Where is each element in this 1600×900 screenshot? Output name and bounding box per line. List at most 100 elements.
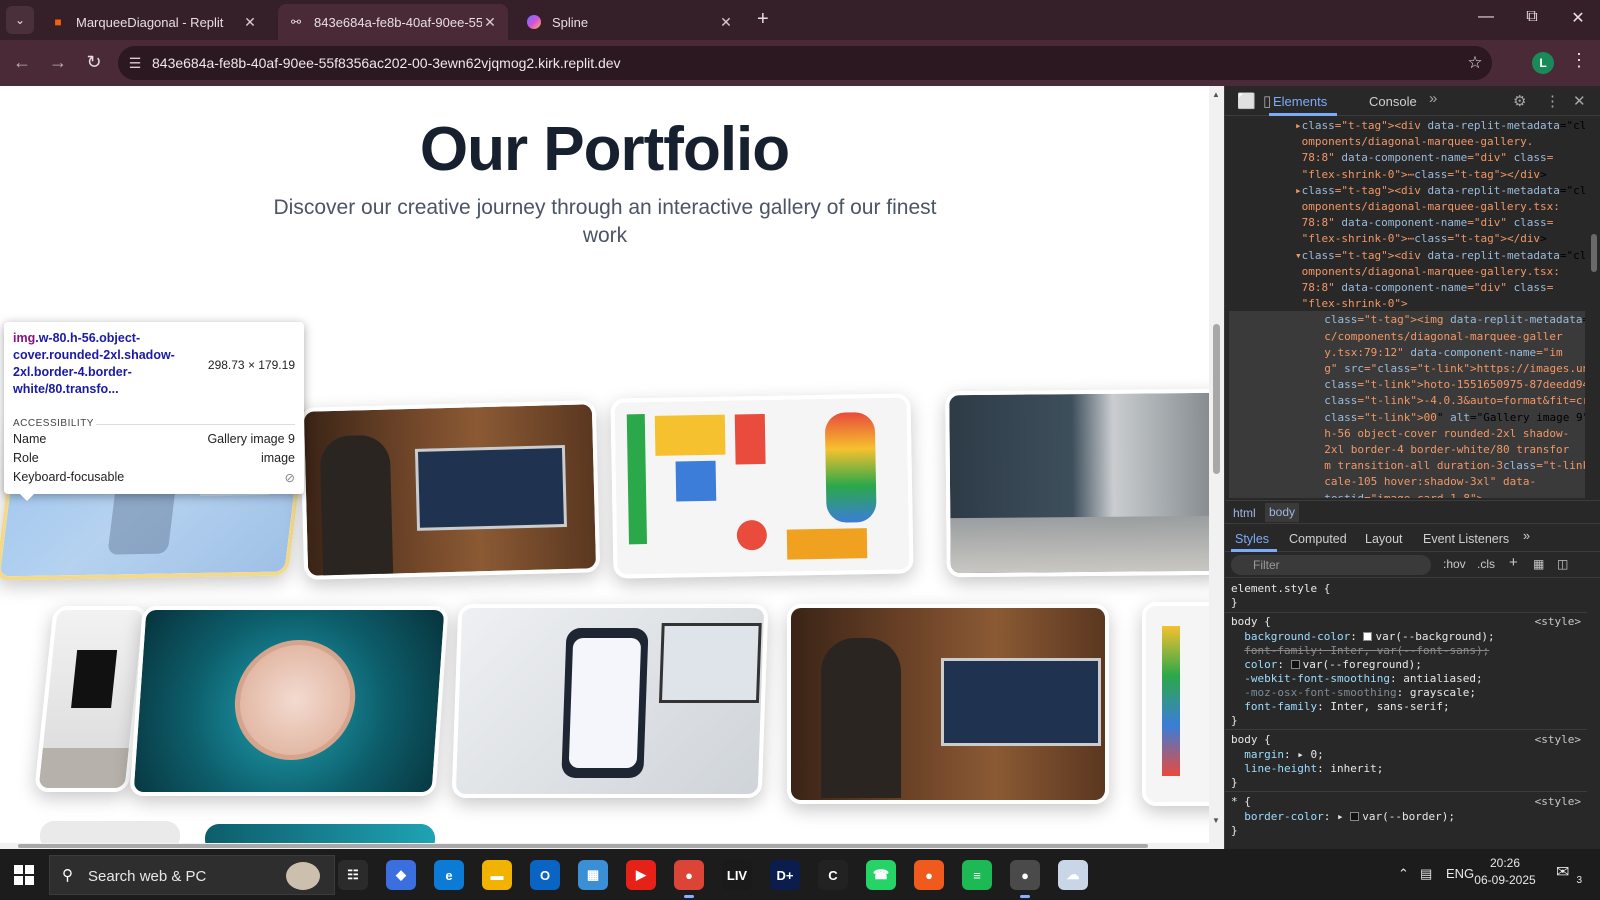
dom-tree-line[interactable]: "flex-shrink-0"> (1295, 296, 1408, 312)
restore-icon[interactable]: ⧉ (1512, 8, 1552, 26)
url-text[interactable]: 843e684a-fe8b-40af-90ee-55f8356ac202-00-… (152, 55, 1458, 71)
control-panel-icon[interactable]: ▦ (578, 860, 608, 890)
hover-state-toggle[interactable]: :hov (1443, 557, 1466, 571)
dom-tree-line[interactable]: 78:8" data-component-name="div" class= (1295, 150, 1554, 166)
dom-tree-line[interactable]: m transition-all duration-3class="t-link… (1311, 458, 1585, 474)
chrome-icon[interactable]: ● (1010, 860, 1040, 898)
outlook-icon[interactable]: O (530, 860, 560, 890)
scrollbar-thumb[interactable] (1591, 234, 1597, 272)
dom-tree-line[interactable]: class="t-tag"><img data-replit-metadata=… (1311, 312, 1585, 328)
address-bar[interactable]: ☰ 843e684a-fe8b-40af-90ee-55f8356ac202-0… (118, 46, 1492, 80)
more-options-icon[interactable]: ⋮ (1545, 92, 1560, 110)
css-rule-line[interactable]: border-color: ▸ var(--border); (1231, 810, 1455, 824)
breadcrumb-body[interactable]: body (1265, 503, 1300, 522)
css-rule-line[interactable]: body { (1231, 733, 1271, 747)
paint-icon[interactable]: ▦ (1533, 557, 1544, 571)
spotify-icon[interactable]: ≡ (962, 860, 992, 890)
css-rule-line[interactable]: margin: ▸ 0; (1231, 748, 1324, 762)
scroll-up-icon[interactable]: ▲ (1212, 90, 1220, 99)
app-cloud-icon[interactable]: ☁ (1058, 860, 1088, 890)
gallery-image-card[interactable] (299, 400, 601, 580)
css-rule-line[interactable]: line-height: inherit; (1231, 762, 1383, 776)
style-source-link[interactable]: <style> (1535, 795, 1581, 809)
disney-hotstar-icon[interactable]: D+ (770, 860, 800, 890)
language-indicator[interactable]: ENG (1446, 866, 1474, 881)
css-rule-line[interactable]: font-family: Inter, var(--font-sans); (1231, 644, 1489, 658)
podcasts-icon[interactable]: ● (914, 860, 944, 890)
edge-icon[interactable]: e (434, 860, 464, 890)
close-tab-icon[interactable]: ✕ (242, 14, 258, 31)
tab-computed[interactable]: Computed (1289, 532, 1347, 546)
scrollbar-thumb[interactable] (1213, 324, 1220, 474)
dom-tree-line[interactable]: "flex-shrink-0">⋯class="t-tag"></div> (1295, 231, 1547, 247)
dom-tree-line[interactable]: class="t-link">hoto-1551650975-87deedd94… (1311, 377, 1585, 393)
notification-center[interactable]: ✉ 3 (1556, 862, 1582, 886)
chrome-profile-a-icon[interactable]: ● (674, 860, 704, 898)
style-source-link[interactable]: <style> (1535, 615, 1581, 629)
dom-tree-line[interactable]: cale-105 hover:shadow-3xl" data- (1311, 474, 1536, 490)
gallery-image-card[interactable] (1142, 602, 1209, 806)
tab-active-page[interactable]: ⚯ 843e684a-fe8b-40af-90ee-55f8 ✕ (278, 4, 508, 40)
dom-tree-line[interactable]: omponents/diagonal-marquee-gallery.tsx: (1295, 199, 1560, 215)
gallery-image-card[interactable] (787, 604, 1109, 804)
dom-tree-scrollbar[interactable] (1587, 116, 1600, 498)
dom-tree-line[interactable]: omponents/diagonal-marquee-gallery.tsx: (1295, 264, 1560, 280)
css-rule-line[interactable]: -webkit-font-smoothing: antialiased; (1231, 672, 1482, 686)
gallery-image-card[interactable] (451, 604, 769, 798)
css-rule-line[interactable]: * { (1231, 795, 1251, 809)
tab-layout[interactable]: Layout (1365, 532, 1403, 546)
css-rule-line[interactable]: background-color: var(--background); (1231, 630, 1494, 644)
browser-menu-icon[interactable]: ⋮ (1570, 50, 1588, 71)
close-tab-icon[interactable]: ✕ (718, 14, 734, 31)
dom-tree-line[interactable]: 78:8" data-component-name="div" class= (1295, 280, 1554, 296)
gear-icon[interactable]: ⚙ (1513, 92, 1526, 110)
tab-elements[interactable]: Elements (1273, 94, 1327, 109)
tab-search-button[interactable]: ⌄ (6, 6, 34, 34)
dom-tree-line[interactable]: h-56 object-cover rounded-2xl shadow- (1311, 426, 1569, 442)
tab-styles[interactable]: Styles (1235, 532, 1269, 546)
add-rule-icon[interactable]: + (1509, 554, 1518, 571)
dom-tree[interactable]: ▸class="t-tag"><div data-replit-metadata… (1225, 116, 1585, 498)
close-devtools-icon[interactable]: ✕ (1573, 92, 1586, 110)
css-rule-line[interactable]: } (1231, 824, 1238, 838)
inspect-cursor-icon[interactable]: ⬜ (1237, 92, 1256, 110)
back-icon[interactable]: ← (10, 52, 34, 73)
tab-event-listeners[interactable]: Event Listeners (1423, 532, 1509, 546)
dom-tree-line[interactable]: g" src="class="t-link">https://images.un… (1311, 361, 1585, 377)
page-vertical-scrollbar[interactable]: ▲ ▼ (1209, 86, 1224, 849)
breadcrumb-html[interactable]: html (1233, 506, 1256, 520)
css-rule-line[interactable]: body { (1231, 615, 1271, 629)
chevron-up-icon[interactable]: ⌃ (1398, 866, 1409, 882)
dom-tree-line[interactable]: omponents/diagonal-marquee-gallery. (1295, 134, 1534, 150)
close-tab-icon[interactable]: ✕ (482, 14, 498, 31)
site-info-icon[interactable]: ☰ (118, 55, 152, 72)
css-rule-line[interactable]: color: var(--foreground); (1231, 658, 1422, 672)
styles-filter-input[interactable]: Filter (1231, 555, 1431, 575)
youtube-icon[interactable]: ▶ (626, 860, 656, 890)
taskbar-search[interactable]: ⚲ Search web & PC (49, 855, 335, 895)
windows-start-icon[interactable] (14, 865, 34, 885)
more-subtabs-icon[interactable]: » (1523, 529, 1530, 543)
more-tabs-icon[interactable]: » (1429, 90, 1437, 107)
css-rule-line[interactable]: } (1231, 596, 1238, 610)
forward-icon[interactable]: → (46, 52, 70, 73)
whatsapp-icon[interactable]: ☎ (866, 860, 896, 890)
dom-tree-line[interactable]: ▸class="t-tag"><div data-replit-metadata… (1295, 118, 1585, 134)
styles-pane[interactable]: element.style {} body { background-color:… (1225, 578, 1587, 849)
css-rule-line[interactable]: element.style { (1231, 582, 1330, 596)
dom-tree-line[interactable]: 78:8" data-component-name="div" class= (1295, 215, 1554, 231)
device-toolbar-icon[interactable]: ▯ (1263, 92, 1271, 110)
style-source-link[interactable]: <style> (1535, 733, 1581, 747)
dom-tree-line[interactable]: class="t-link">00" alt="Gallery image 9"… (1311, 410, 1585, 426)
minimize-icon[interactable]: — (1466, 8, 1506, 26)
tab-console[interactable]: Console (1369, 94, 1417, 109)
gallery-image-card[interactable] (129, 606, 449, 796)
class-toggle[interactable]: .cls (1477, 557, 1495, 571)
css-rule-line[interactable]: font-family: Inter, sans-serif; (1231, 700, 1449, 714)
css-rule-line[interactable]: } (1231, 776, 1238, 790)
scroll-down-icon[interactable]: ▼ (1212, 816, 1220, 825)
dom-tree-line[interactable]: ▾class="t-tag"><div data-replit-metadata… (1295, 248, 1585, 264)
dom-tree-line[interactable]: testid="image-card-1-8"> (1311, 491, 1483, 498)
dom-tree-line[interactable]: class="t-link">-4.0.3&auto=format&fit=cr… (1311, 393, 1585, 409)
css-rule-line[interactable]: -moz-osx-font-smoothing: grayscale; (1231, 686, 1476, 700)
